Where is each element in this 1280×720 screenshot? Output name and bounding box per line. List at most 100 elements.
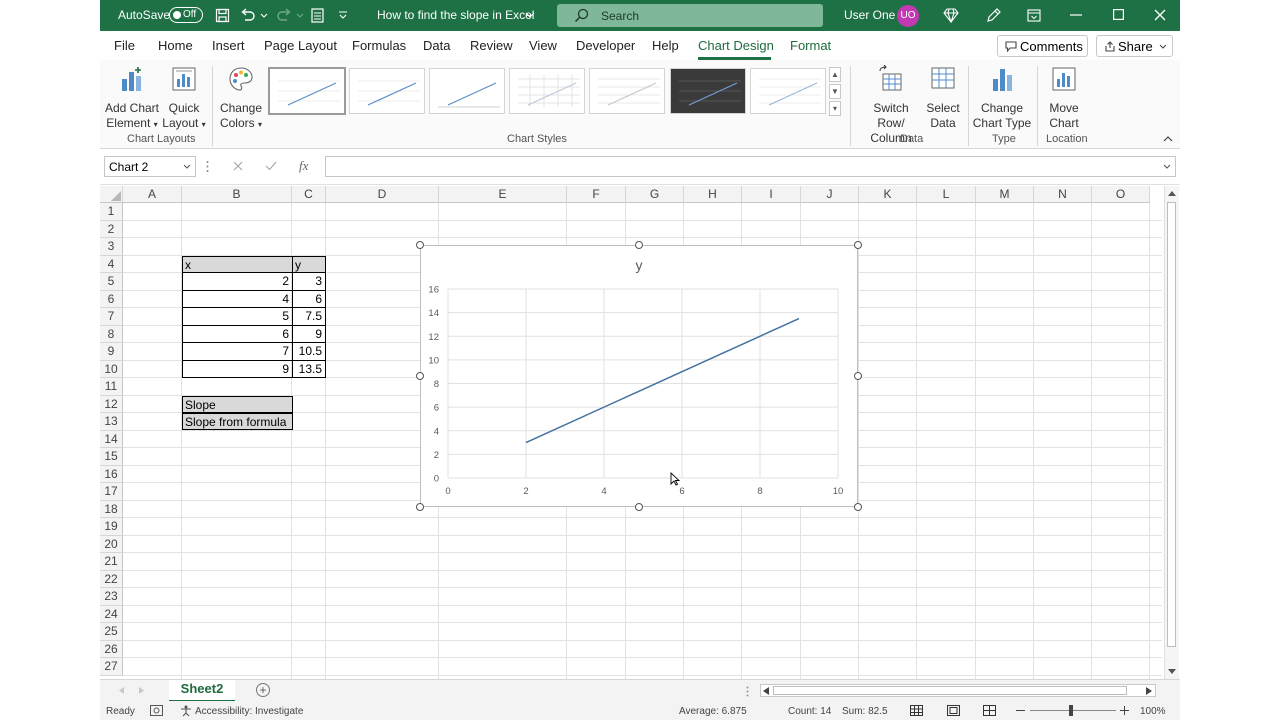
cell-c9[interactable]: 10.5 — [292, 343, 326, 361]
row-header-27[interactable]: 27 — [100, 658, 123, 676]
undo-dropdown-icon[interactable] — [260, 13, 268, 19]
cell-b6[interactable]: 4 — [182, 290, 293, 308]
chart-object[interactable]: 0 2 4 6 8 10 12 14 16 0 2 4 6 8 10 y — [420, 245, 858, 507]
row-header-22[interactable]: 22 — [100, 570, 123, 588]
sheet-tab-sheet2[interactable]: Sheet2 — [169, 680, 235, 702]
expand-formula-icon[interactable] — [1163, 164, 1171, 169]
chart-title[interactable]: y — [636, 257, 643, 273]
row-header-7[interactable]: 7 — [100, 308, 123, 326]
pen-icon[interactable] — [985, 7, 1002, 24]
column-header-o[interactable]: O — [1092, 186, 1150, 203]
page-break-view-icon[interactable] — [983, 705, 996, 716]
scroll-right-icon[interactable] — [1146, 687, 1152, 695]
chart-style-4[interactable] — [509, 68, 585, 114]
status-count[interactable]: Count: 14 — [788, 706, 831, 717]
row-header-9[interactable]: 9 — [100, 343, 123, 361]
document-title[interactable]: How to find the slope in Excel — [377, 8, 534, 22]
enter-icon[interactable] — [265, 161, 277, 171]
cell-b4[interactable]: x — [182, 255, 293, 273]
customize-toolbar-icon[interactable] — [338, 11, 348, 19]
column-header-f[interactable]: F — [567, 186, 626, 203]
column-header-a[interactable]: A — [123, 186, 182, 203]
name-box[interactable]: Chart 2 — [104, 156, 196, 177]
row-header-11[interactable]: 11 — [100, 378, 123, 396]
column-header-g[interactable]: G — [626, 186, 684, 203]
row-header-13[interactable]: 13 — [100, 413, 123, 431]
row-header-12[interactable]: 12 — [100, 395, 123, 413]
insert-function-button[interactable]: fx — [299, 158, 308, 174]
formula-input[interactable] — [325, 156, 1176, 177]
resize-handle-top-right[interactable] — [854, 241, 862, 249]
move-chart-button[interactable]: Move Chart — [1042, 65, 1086, 131]
column-header-d[interactable]: D — [326, 186, 439, 203]
quick-layout-button[interactable]: Quick Layout ▾ — [162, 65, 206, 132]
close-icon[interactable] — [1154, 9, 1166, 21]
avatar[interactable]: UO — [897, 5, 919, 27]
share-button[interactable]: Share — [1096, 35, 1173, 57]
minimize-icon[interactable] — [1070, 14, 1082, 16]
row-header-17[interactable]: 17 — [100, 483, 123, 501]
column-header-c[interactable]: C — [292, 186, 326, 203]
cell-b9[interactable]: 7 — [182, 343, 293, 361]
add-chart-element-button[interactable]: Add Chart Element ▾ — [104, 65, 160, 132]
vertical-scroll-thumb[interactable] — [1167, 202, 1176, 647]
search-box[interactable]: Search — [557, 4, 823, 27]
line-chart[interactable]: 0 2 4 6 8 10 12 14 16 0 2 4 6 8 10 y — [421, 246, 857, 506]
row-header-19[interactable]: 19 — [100, 518, 123, 536]
tab-formulas[interactable]: Formulas — [352, 38, 406, 53]
accessibility-icon[interactable] — [180, 705, 192, 717]
form-icon[interactable] — [311, 8, 324, 23]
collapse-ribbon-icon[interactable] — [1163, 135, 1173, 142]
column-header-e[interactable]: E — [439, 186, 567, 203]
zoom-level[interactable]: 100% — [1140, 706, 1166, 717]
cell-b8[interactable]: 6 — [182, 325, 293, 343]
cell-b12[interactable]: Slope — [182, 395, 293, 413]
user-name[interactable]: User One — [844, 8, 895, 22]
resize-handle-top-left[interactable] — [416, 241, 424, 249]
row-header-14[interactable]: 14 — [100, 430, 123, 448]
horizontal-scroll-thumb[interactable] — [773, 686, 1127, 695]
tab-insert[interactable]: Insert — [212, 38, 245, 53]
vertical-scrollbar[interactable] — [1164, 186, 1179, 679]
resize-handle-bottom[interactable] — [635, 503, 643, 511]
chart-style-2[interactable] — [349, 68, 425, 114]
chart-style-6[interactable] — [670, 68, 746, 114]
scroll-up-icon[interactable] — [1168, 190, 1176, 196]
comments-button[interactable]: Comments — [997, 35, 1088, 57]
next-sheet-icon[interactable] — [139, 687, 144, 694]
prev-sheet-icon[interactable] — [119, 687, 124, 694]
status-sum[interactable]: Sum: 82.5 — [842, 706, 888, 717]
chart-style-3[interactable] — [429, 68, 505, 114]
chart-style-5[interactable] — [589, 68, 665, 114]
cell-c7[interactable]: 7.5 — [292, 308, 326, 326]
column-header-n[interactable]: N — [1034, 186, 1092, 203]
column-header-m[interactable]: M — [976, 186, 1034, 203]
scroll-down-icon[interactable] — [1168, 669, 1176, 675]
row-header-21[interactable]: 21 — [100, 553, 123, 571]
autosave-toggle[interactable]: Off — [169, 7, 203, 23]
row-header-3[interactable]: 3 — [100, 238, 123, 256]
change-colors-button[interactable]: Change Colors ▾ — [216, 65, 266, 132]
zoom-in-icon[interactable] — [1120, 706, 1129, 715]
cell-b10[interactable]: 9 — [182, 360, 293, 378]
cell-b7[interactable]: 5 — [182, 308, 293, 326]
row-header-5[interactable]: 5 — [100, 273, 123, 291]
row-header-4[interactable]: 4 — [100, 255, 123, 273]
zoom-slider-thumb[interactable] — [1069, 705, 1073, 716]
tab-page-layout[interactable]: Page Layout — [264, 38, 337, 53]
chart-style-7[interactable] — [750, 68, 826, 114]
cell-c8[interactable]: 9 — [292, 325, 326, 343]
resize-handle-bottom-left[interactable] — [416, 503, 424, 511]
maximize-icon[interactable] — [1113, 9, 1124, 20]
gallery-expand[interactable]: ▾ — [829, 101, 841, 116]
scroll-left-icon[interactable] — [763, 687, 769, 695]
row-header-18[interactable]: 18 — [100, 500, 123, 518]
column-header-i[interactable]: I — [742, 186, 801, 203]
select-all-corner[interactable] — [100, 186, 123, 203]
normal-view-icon[interactable] — [910, 705, 923, 716]
save-icon[interactable] — [215, 8, 230, 23]
chart-style-1[interactable] — [268, 67, 346, 115]
column-header-b[interactable]: B — [182, 186, 292, 203]
diamond-icon[interactable] — [943, 8, 959, 23]
tab-file[interactable]: File — [114, 38, 135, 53]
